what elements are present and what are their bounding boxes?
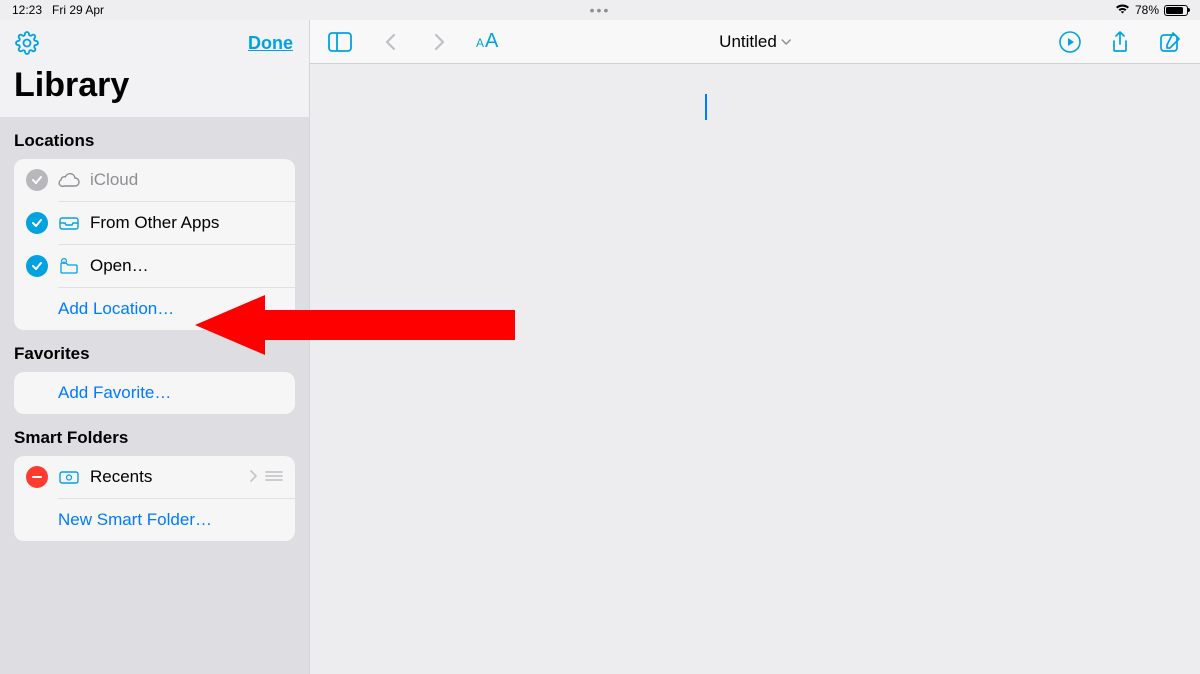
compose-icon <box>1159 31 1181 53</box>
add-location-label: Add Location… <box>58 299 283 319</box>
smart-folder-label: Recents <box>90 467 239 487</box>
text-size-button[interactable]: AA <box>476 30 498 53</box>
add-favorite-button[interactable]: Add Favorite… <box>14 372 295 414</box>
add-favorite-label: Add Favorite… <box>58 383 171 403</box>
smart-folder-row-recents[interactable]: Recents <box>14 456 295 498</box>
battery-percentage: 78% <box>1135 3 1159 17</box>
chevron-right-icon <box>249 467 257 487</box>
smart-folders-header: Smart Folders <box>14 428 295 448</box>
location-row-other-apps[interactable]: From Other Apps <box>58 201 295 244</box>
document-canvas[interactable] <box>310 64 1200 674</box>
location-row-open[interactable]: A Open… <box>58 244 295 287</box>
wifi-icon <box>1115 3 1130 17</box>
locations-header: Locations <box>14 131 295 151</box>
document-title-dropdown[interactable]: Untitled <box>719 32 791 52</box>
small-a-icon: A <box>476 36 484 50</box>
editor-pane: AA Untitled <box>309 20 1200 674</box>
location-row-icloud[interactable]: iCloud <box>14 159 295 201</box>
chevron-left-icon <box>384 33 396 51</box>
new-smart-folder-label: New Smart Folder… <box>58 510 283 530</box>
big-a-icon: A <box>485 30 498 53</box>
check-circle-disabled-icon <box>26 169 48 191</box>
text-cursor <box>705 94 707 120</box>
battery-icon <box>1164 5 1188 16</box>
done-button[interactable]: Done <box>248 33 293 54</box>
nav-forward-button <box>426 28 454 56</box>
cloud-icon <box>58 172 80 188</box>
share-icon <box>1111 31 1129 53</box>
location-label: Open… <box>90 256 283 276</box>
toggle-sidebar-button[interactable] <box>326 28 354 56</box>
compose-button[interactable] <box>1156 28 1184 56</box>
favorites-header: Favorites <box>14 344 295 364</box>
share-button[interactable] <box>1106 28 1134 56</box>
chevron-down-icon <box>781 35 791 49</box>
play-circle-icon <box>1059 31 1081 53</box>
status-time: 12:23 <box>12 3 42 17</box>
editor-toolbar: AA Untitled <box>310 20 1200 64</box>
location-label: iCloud <box>90 170 283 190</box>
document-title: Untitled <box>719 32 777 52</box>
add-location-button[interactable]: Add Location… <box>58 287 295 330</box>
status-date: Fri 29 Apr <box>52 3 104 17</box>
location-label: From Other Apps <box>90 213 283 233</box>
status-bar: 12:23 Fri 29 Apr ••• 78% <box>0 0 1200 20</box>
multitask-dots-icon[interactable]: ••• <box>590 2 611 18</box>
library-sidebar: Done Library Locations iCloud <box>0 20 309 674</box>
check-circle-enabled-icon <box>26 255 48 277</box>
gear-icon <box>15 31 39 55</box>
nav-back-button <box>376 28 404 56</box>
remove-circle-icon[interactable] <box>26 466 48 488</box>
chevron-right-icon <box>434 33 446 51</box>
check-circle-enabled-icon <box>26 212 48 234</box>
smart-folder-icon <box>58 469 80 485</box>
play-button[interactable] <box>1056 28 1084 56</box>
new-smart-folder-button[interactable]: New Smart Folder… <box>58 498 295 541</box>
sidebar-icon <box>328 32 352 52</box>
folder-badge-icon: A <box>58 257 80 275</box>
reorder-handle-icon[interactable] <box>265 467 283 487</box>
library-title: Library <box>0 60 309 117</box>
settings-button[interactable] <box>14 30 40 56</box>
tray-icon <box>58 215 80 231</box>
